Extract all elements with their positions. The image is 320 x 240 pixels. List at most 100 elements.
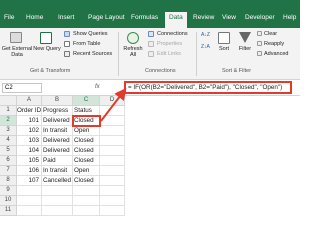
tab-review[interactable]: Review (193, 14, 214, 21)
name-box[interactable]: C2 (2, 83, 42, 93)
empty-cell[interactable] (42, 206, 73, 216)
progress-cell[interactable]: Paid (42, 156, 73, 166)
group-separator (196, 32, 197, 76)
filter-button[interactable]: Filter (235, 46, 255, 52)
header-cell[interactable]: Status (73, 106, 100, 116)
advanced-button[interactable]: Advanced (264, 51, 288, 57)
properties-button[interactable]: Properties (157, 41, 182, 47)
row-header[interactable]: 6 (0, 156, 17, 166)
show-queries-icon (64, 31, 70, 37)
row-header[interactable]: 8 (0, 176, 17, 186)
empty-cell[interactable] (17, 206, 42, 216)
empty-cell[interactable] (42, 196, 73, 206)
column-header-a[interactable]: A (17, 96, 42, 106)
column-header-d[interactable]: D (100, 96, 125, 106)
empty-cell[interactable] (100, 106, 125, 116)
progress-cell[interactable]: In transit (42, 126, 73, 136)
row-header[interactable]: 2 (0, 116, 17, 126)
empty-cell[interactable] (73, 196, 100, 206)
empty-cell[interactable] (100, 166, 125, 176)
progress-cell[interactable]: In transit (42, 166, 73, 176)
order-id-cell[interactable]: 102 (17, 126, 42, 136)
empty-cell[interactable] (100, 206, 125, 216)
tab-file[interactable]: File (4, 14, 14, 21)
order-id-cell[interactable]: 104 (17, 146, 42, 156)
status-cell[interactable]: Closed (73, 156, 100, 166)
connections-button[interactable]: Connections (157, 31, 188, 37)
status-cell[interactable]: Closed (73, 136, 100, 146)
empty-cell[interactable] (73, 206, 100, 216)
progress-cell[interactable]: Delivered (42, 136, 73, 146)
empty-cell[interactable] (100, 126, 125, 136)
order-id-cell[interactable]: 107 (17, 176, 42, 186)
row-header[interactable]: 1 (0, 106, 17, 116)
empty-cell[interactable] (100, 196, 125, 206)
reapply-icon (257, 41, 262, 46)
tab-developer[interactable]: Developer (245, 14, 275, 21)
refresh-all-button[interactable]: Refresh All (121, 46, 145, 58)
sort-button[interactable]: Sort (215, 46, 233, 52)
select-all-corner[interactable] (0, 96, 17, 106)
empty-cell[interactable] (42, 186, 73, 196)
new-query-button[interactable]: New Query (33, 46, 61, 52)
show-queries-button[interactable]: Show Queries (73, 31, 108, 37)
sort-za-button[interactable]: Z↓A (201, 44, 210, 50)
title-bar (0, 0, 300, 10)
edit-links-icon (148, 51, 154, 57)
row-header[interactable]: 11 (0, 206, 17, 216)
tab-data[interactable]: Data (165, 12, 187, 28)
status-cell[interactable]: Open (73, 126, 100, 136)
from-table-button[interactable]: From Table (73, 41, 100, 47)
formula-bar: C2 fx = IF(OR(B2="Delivered", B2="Paid")… (0, 80, 300, 96)
progress-cell[interactable]: Delivered (42, 116, 73, 126)
group-label-get-transform: Get & Transform (30, 68, 71, 74)
tab-insert[interactable]: Insert (58, 14, 74, 21)
row-header[interactable]: 9 (0, 186, 17, 196)
edit-links-button[interactable]: Edit Links (157, 51, 181, 57)
tab-page-layout[interactable]: Page Layout (88, 14, 125, 21)
reapply-button[interactable]: Reapply (264, 41, 284, 47)
column-header-c[interactable]: C (73, 96, 100, 106)
empty-cell[interactable] (100, 136, 125, 146)
order-id-cell[interactable]: 105 (17, 156, 42, 166)
tab-home[interactable]: Home (26, 14, 43, 21)
progress-cell[interactable]: Delivered (42, 146, 73, 156)
column-header-b[interactable]: B (42, 96, 73, 106)
empty-cell[interactable] (73, 186, 100, 196)
selected-cell[interactable]: Closed (72, 115, 101, 127)
header-cell[interactable]: Progress (42, 106, 73, 116)
recent-sources-button[interactable]: Recent Sources (73, 51, 112, 57)
database-icon (10, 32, 22, 43)
empty-cell[interactable] (100, 146, 125, 156)
header-cell[interactable]: Order ID (17, 106, 42, 116)
empty-cell[interactable] (100, 156, 125, 166)
status-cell[interactable]: Closed (73, 176, 100, 186)
status-cell[interactable]: Open (73, 166, 100, 176)
tab-help[interactable]: Help (283, 14, 296, 21)
order-id-cell[interactable]: 103 (17, 136, 42, 146)
empty-cell[interactable] (100, 116, 125, 126)
empty-cell[interactable] (17, 186, 42, 196)
row-header[interactable]: 3 (0, 126, 17, 136)
order-id-cell[interactable]: 101 (17, 116, 42, 126)
row-header[interactable]: 7 (0, 166, 17, 176)
fx-icon[interactable]: fx (95, 84, 100, 90)
status-cell[interactable]: Closed (73, 146, 100, 156)
empty-cell[interactable] (100, 186, 125, 196)
sort-az-button[interactable]: A↓Z (201, 32, 210, 38)
tab-view[interactable]: View (222, 14, 236, 21)
refresh-icon (127, 32, 139, 44)
order-id-cell[interactable]: 106 (17, 166, 42, 176)
formula-input[interactable]: = IF(OR(B2="Delivered", B2="Paid"), "Clo… (124, 81, 292, 94)
clear-button[interactable]: Clear (264, 31, 277, 37)
tab-formulas[interactable]: Formulas (131, 14, 158, 21)
get-external-data-button[interactable]: Get External Data (1, 46, 33, 58)
empty-cell[interactable] (100, 176, 125, 186)
row-header[interactable]: 5 (0, 146, 17, 156)
progress-cell[interactable]: Cancelled (42, 176, 73, 186)
row-header[interactable]: 4 (0, 136, 17, 146)
empty-cell[interactable] (17, 196, 42, 206)
new-query-icon (40, 32, 52, 44)
filter-icon (239, 32, 251, 43)
row-header[interactable]: 10 (0, 196, 17, 206)
